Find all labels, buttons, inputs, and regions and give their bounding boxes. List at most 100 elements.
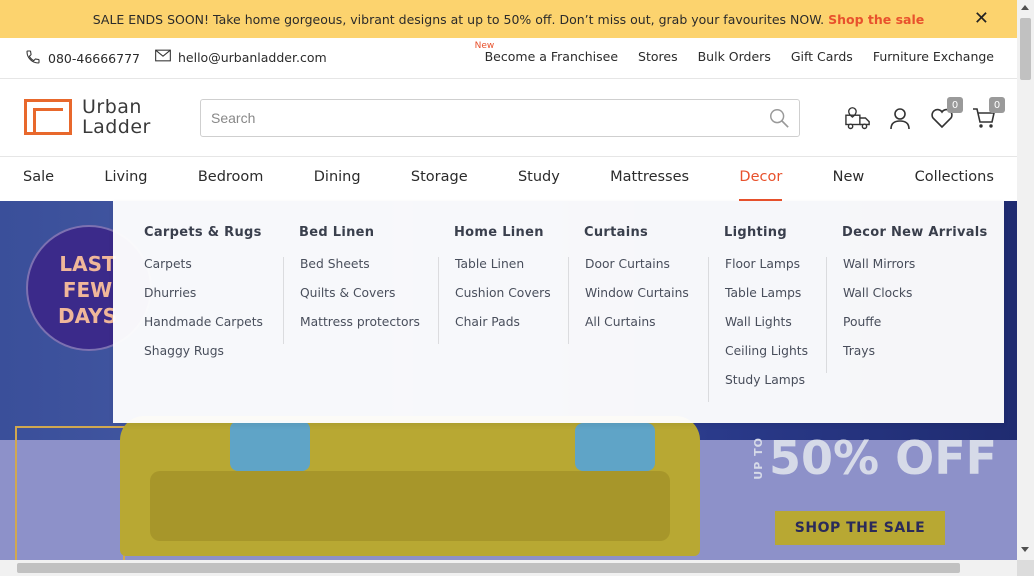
top-links: New Become a Franchisee Stores Bulk Orde… — [475, 41, 994, 64]
menu-link[interactable]: Mattress protectors — [300, 315, 420, 344]
last-few-days-text: LAST FEW DAYS — [58, 252, 118, 328]
horizontal-scrollbar[interactable] — [0, 560, 1017, 576]
scroll-up-arrow-icon[interactable] — [1021, 5, 1029, 10]
franchisee-label: Become a Franchisee — [484, 49, 619, 64]
nav-bedroom[interactable]: Bedroom — [198, 157, 264, 201]
logo-mark — [24, 99, 72, 135]
menu-title[interactable]: Lighting — [724, 225, 808, 240]
mail-icon — [155, 49, 171, 65]
logo-wordmark: Urban Ladder — [82, 96, 151, 138]
close-icon[interactable]: ✕ — [974, 8, 989, 29]
search-box — [200, 99, 800, 137]
menu-link[interactable]: Pouffe — [843, 315, 988, 344]
logo[interactable]: Urban Ladder — [24, 97, 151, 137]
menu-link[interactable]: Wall Clocks — [843, 286, 988, 315]
gift-cards-link[interactable]: Gift Cards — [791, 49, 853, 64]
menu-list: Floor Lamps Table Lamps Wall Lights Ceil… — [708, 257, 808, 402]
menu-title[interactable]: Bed Linen — [299, 225, 420, 240]
menu-link[interactable]: All Curtains — [585, 315, 689, 344]
nav-sale[interactable]: Sale — [23, 157, 54, 201]
menu-link[interactable]: Table Linen — [455, 257, 551, 286]
main-nav: Sale Living Bedroom Dining Storage Study… — [0, 157, 1017, 201]
header: Urban Ladder 0 0 — [0, 79, 1017, 157]
page: SALE ENDS SOON! Take home gorgeous, vibr… — [0, 0, 1034, 576]
cushion-left — [230, 421, 310, 471]
menu-link[interactable]: Carpets — [144, 257, 263, 286]
scroll-down-arrow-icon[interactable] — [1021, 547, 1029, 552]
shop-the-sale-link[interactable]: Shop the sale — [828, 12, 924, 27]
email-address: hello@urbanladder.com — [178, 49, 327, 65]
promo-bar: SALE ENDS SOON! Take home gorgeous, vibr… — [0, 0, 1017, 38]
search-icon[interactable] — [763, 102, 795, 134]
nav-mattresses[interactable]: Mattresses — [610, 157, 689, 201]
menu-column-curtains: Curtains Door Curtains Window Curtains A… — [568, 225, 689, 344]
menu-link[interactable]: Wall Mirrors — [843, 257, 988, 286]
cart-count-badge: 0 — [989, 97, 1005, 113]
menu-title[interactable]: Carpets & Rugs — [144, 225, 263, 240]
menu-link[interactable]: Bed Sheets — [300, 257, 420, 286]
menu-link[interactable]: Floor Lamps — [725, 257, 808, 286]
menu-link[interactable]: Chair Pads — [455, 315, 551, 344]
menu-link[interactable]: Window Curtains — [585, 286, 689, 315]
menu-link[interactable]: Shaggy Rugs — [144, 344, 263, 373]
menu-link[interactable]: Study Lamps — [725, 373, 808, 402]
menu-link[interactable]: Cushion Covers — [455, 286, 551, 315]
nav-collections[interactable]: Collections — [915, 157, 994, 201]
scrollbar-corner — [1017, 560, 1034, 576]
menu-list: Door Curtains Window Curtains All Curtai… — [568, 257, 689, 344]
menu-column-decor-new-arrivals: Decor New Arrivals Wall Mirrors Wall Clo… — [826, 225, 988, 373]
phone-number: 080-46666777 — [48, 51, 140, 66]
wishlist-count-badge: 0 — [947, 97, 963, 113]
search-input[interactable] — [201, 100, 763, 136]
vertical-scroll-thumb[interactable] — [1020, 18, 1031, 80]
menu-list: Bed Sheets Quilts & Covers Mattress prot… — [283, 257, 420, 344]
delivery-truck-icon[interactable] — [845, 103, 871, 133]
phone-contact[interactable]: 080-46666777 — [25, 49, 140, 68]
user-icon[interactable] — [887, 103, 913, 133]
franchisee-link[interactable]: New Become a Franchisee — [475, 41, 619, 64]
furniture-exchange-link[interactable]: Furniture Exchange — [873, 49, 994, 64]
horizontal-scroll-thumb[interactable] — [17, 563, 960, 573]
menu-link[interactable]: Trays — [843, 344, 988, 373]
discount-text: UP TO 50% OFF — [752, 431, 997, 485]
shop-the-sale-button[interactable]: SHOP THE SALE — [775, 511, 945, 545]
cushion-right — [575, 423, 655, 471]
menu-list: Table Linen Cushion Covers Chair Pads — [438, 257, 551, 344]
vertical-scrollbar[interactable] — [1017, 0, 1034, 576]
menu-list: Wall Mirrors Wall Clocks Pouffe Trays — [826, 257, 988, 373]
nav-living[interactable]: Living — [104, 157, 147, 201]
nav-study[interactable]: Study — [518, 157, 560, 201]
menu-title[interactable]: Curtains — [584, 225, 689, 240]
side-table-image — [15, 426, 125, 560]
discount-value: 50% OFF — [769, 431, 998, 485]
menu-link[interactable]: Dhurries — [144, 286, 263, 315]
menu-list: Carpets Dhurries Handmade Carpets Shaggy… — [128, 257, 263, 373]
wishlist-icon[interactable]: 0 — [929, 97, 963, 133]
bulk-orders-link[interactable]: Bulk Orders — [698, 49, 771, 64]
menu-column-bed-linen: Bed Linen Bed Sheets Quilts & Covers Mat… — [283, 225, 420, 344]
menu-link[interactable]: Handmade Carpets — [144, 315, 263, 344]
nav-new[interactable]: New — [833, 157, 865, 201]
email-contact[interactable]: hello@urbanladder.com — [155, 49, 327, 65]
menu-link[interactable]: Quilts & Covers — [300, 286, 420, 315]
menu-title[interactable]: Decor New Arrivals — [842, 225, 988, 240]
menu-column-carpets-rugs: Carpets & Rugs Carpets Dhurries Handmade… — [144, 225, 263, 373]
top-bar: 080-46666777 hello@urbanladder.com New B… — [0, 38, 1017, 79]
decor-mega-menu: Carpets & Rugs Carpets Dhurries Handmade… — [113, 201, 1004, 423]
nav-dining[interactable]: Dining — [314, 157, 361, 201]
menu-link[interactable]: Table Lamps — [725, 286, 808, 315]
sofa-seat — [150, 471, 670, 541]
new-tag: New — [474, 41, 495, 51]
cart-icon[interactable]: 0 — [971, 97, 1005, 133]
stores-link[interactable]: Stores — [638, 49, 678, 64]
menu-link[interactable]: Ceiling Lights — [725, 344, 808, 373]
menu-link[interactable]: Door Curtains — [585, 257, 689, 286]
menu-column-home-linen: Home Linen Table Linen Cushion Covers Ch… — [438, 225, 551, 344]
nav-storage[interactable]: Storage — [411, 157, 468, 201]
menu-title[interactable]: Home Linen — [454, 225, 551, 240]
menu-link[interactable]: Wall Lights — [725, 315, 808, 344]
nav-decor[interactable]: Decor — [739, 157, 782, 201]
phone-icon — [25, 49, 41, 68]
header-icons: 0 0 — [845, 97, 1005, 133]
menu-column-lighting: Lighting Floor Lamps Table Lamps Wall Li… — [708, 225, 808, 402]
